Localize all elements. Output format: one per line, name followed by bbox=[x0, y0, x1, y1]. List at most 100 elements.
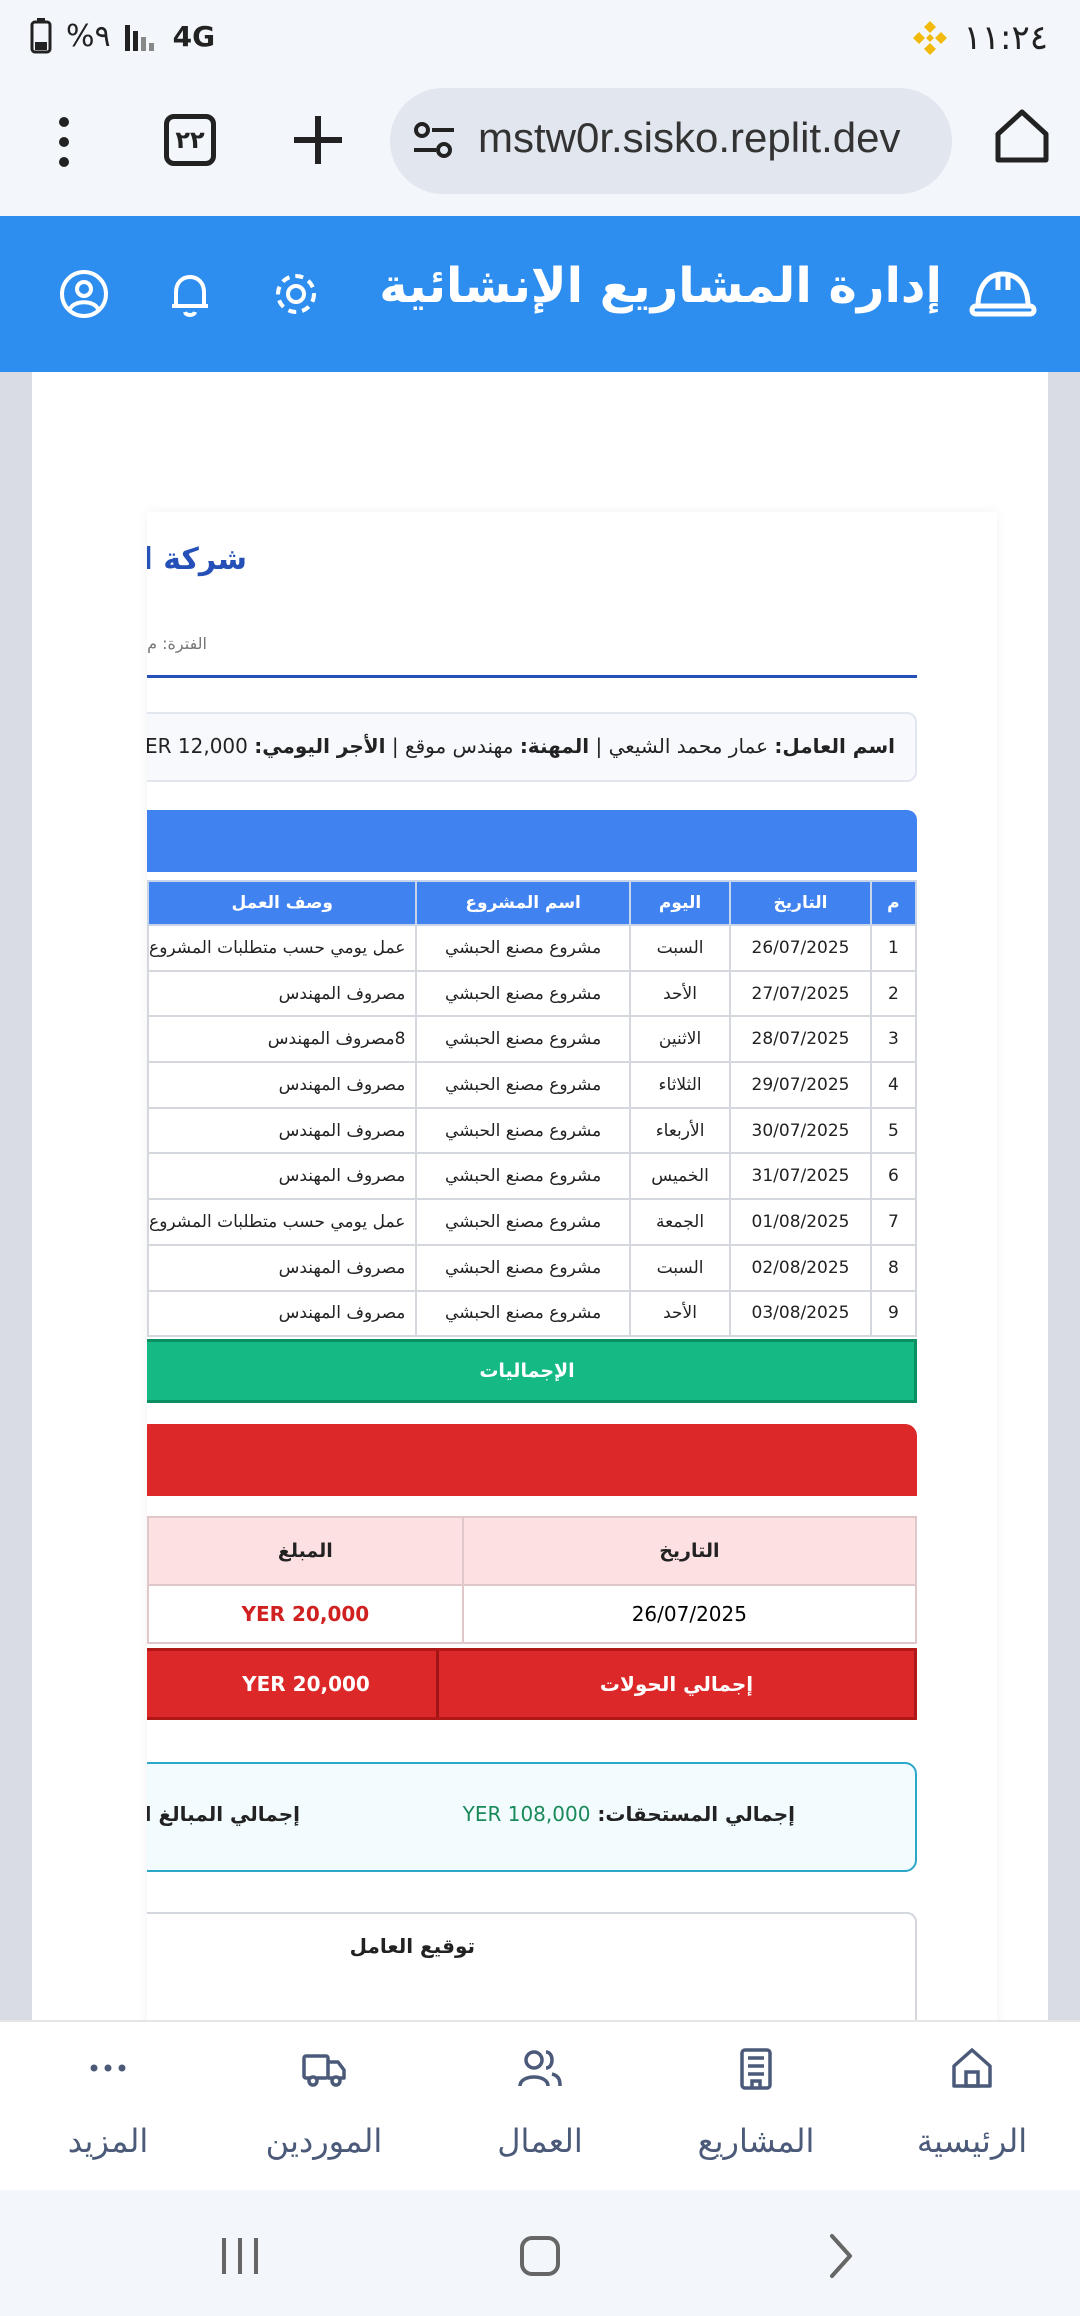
site-settings-icon[interactable] bbox=[410, 116, 458, 164]
col-num: م bbox=[869, 880, 918, 926]
total-received: إجمالي المبالغ المستلم: 00 bbox=[147, 1802, 300, 1826]
separator: | bbox=[391, 734, 399, 758]
home-icon bbox=[952, 2048, 992, 2088]
transfers-total-label: إجمالي الحولات bbox=[436, 1651, 914, 1717]
col-day: اليوم bbox=[628, 880, 732, 926]
cell-day: السبت bbox=[628, 924, 732, 972]
total-received-label: إجمالي المبالغ المستلم: bbox=[147, 1802, 300, 1826]
worker-info-box: اسم العامل: عمار محمد الشيعي | المهنة: م… bbox=[147, 712, 917, 782]
nav-item-more[interactable]: المزيد bbox=[0, 2022, 216, 2192]
status-left: %٩ 4G bbox=[30, 18, 215, 54]
nav-item-projects[interactable]: المشاريع bbox=[648, 2022, 864, 2192]
recent-apps-icon[interactable] bbox=[210, 2226, 270, 2286]
attendance-table: م التاريخ اليوم اسم المشروع وصف العمل 12… bbox=[147, 880, 918, 1338]
table-row: 9 03/08/2025 الأحد مشروع مصنع الحبشي مصروف ا… bbox=[147, 1289, 918, 1338]
app-header: إدارة المشاريع الإنشائية bbox=[0, 216, 1080, 372]
cell-date: 29/07/2025 bbox=[729, 1061, 872, 1109]
table-row: 6 31/07/2025 الخميس مشروع مصنع الحبشي مصروف … bbox=[147, 1152, 918, 1201]
nav-label: العمال bbox=[497, 2122, 583, 2160]
cell-project: مشروع مصنع الحبشي bbox=[415, 1152, 631, 1201]
network-type: 4G bbox=[172, 19, 216, 53]
gear-icon[interactable] bbox=[268, 266, 324, 322]
cell-project: مشروع مصنع الحبشي bbox=[415, 1061, 631, 1109]
cell-num: 3 bbox=[869, 1015, 918, 1064]
cell-day: الجمعة bbox=[628, 1198, 732, 1246]
users-icon bbox=[518, 2050, 562, 2087]
new-tab-icon[interactable] bbox=[292, 114, 344, 166]
separator: | bbox=[595, 734, 603, 758]
cell-num: 6 bbox=[869, 1152, 918, 1201]
cell-num: 9 bbox=[869, 1289, 918, 1338]
truck-icon bbox=[302, 2054, 346, 2087]
home-button-icon[interactable] bbox=[510, 2226, 570, 2286]
cell-num: 1 bbox=[869, 924, 918, 972]
status-right: ١١:٢٤ bbox=[911, 18, 1048, 58]
worker-name: عمار محمد الشيعي bbox=[608, 734, 769, 758]
cell-day: الأحد bbox=[628, 1289, 732, 1338]
worker-name-label: اسم العامل: bbox=[774, 734, 895, 758]
col-transfer-date: التاريخ bbox=[461, 1516, 918, 1586]
table-row: 7 01/08/2025 الجمعة مشروع مصنع الحبشي عمل يو… bbox=[147, 1198, 918, 1246]
cell-project: مشروع مصنع الحبشي bbox=[415, 924, 631, 972]
cell-num: 8 bbox=[869, 1243, 918, 1292]
signature-box: توقيع العامل bbox=[147, 1912, 917, 2020]
cell-num: 5 bbox=[869, 1106, 918, 1155]
cell-day: الثلاثاء bbox=[628, 1061, 732, 1109]
cell-num: 4 bbox=[869, 1061, 918, 1109]
nav-item-workers[interactable]: العمال bbox=[432, 2022, 648, 2192]
cell-transfer-amount: YER 20,000 bbox=[147, 1584, 464, 1644]
signal-icon bbox=[124, 25, 154, 51]
table-header-row: التاريخ المبلغ bbox=[147, 1516, 918, 1586]
status-bar: %٩ 4G ١١:٢٤ bbox=[0, 0, 1080, 80]
battery-percent: %٩ bbox=[66, 18, 111, 54]
summary-box: إجمالي المستحقات: YER 108,000 إجمالي الم… bbox=[147, 1762, 917, 1872]
address-bar[interactable]: mstw0r.sisko.replit.dev bbox=[390, 88, 952, 194]
cell-date: 26/07/2025 bbox=[729, 924, 872, 972]
table-row: 5 30/07/2025 الأربعاء مشروع مصنع الحبشي مصرو… bbox=[147, 1106, 918, 1155]
table-row: 8 02/08/2025 السبت مشروع مصنع الحبشي مصروف ا… bbox=[147, 1243, 918, 1292]
cell-desc: مصروف المهندس bbox=[147, 969, 418, 1018]
nav-label: الرئيسية bbox=[916, 2122, 1028, 2160]
nav-label: المزيد bbox=[67, 2122, 149, 2160]
transfers-section-header bbox=[147, 1424, 917, 1496]
browser-home-icon[interactable] bbox=[992, 106, 1052, 166]
col-project: اسم المشروع bbox=[415, 880, 631, 926]
cell-project: مشروع مصنع الحبشي bbox=[415, 1106, 631, 1155]
clock: ١١:٢٤ bbox=[963, 18, 1048, 58]
cell-day: الأحد bbox=[628, 969, 732, 1018]
period-label: الفترة: م bbox=[147, 634, 207, 653]
cell-day: الاثنين bbox=[628, 1015, 732, 1064]
transfers-table: التاريخ المبلغ 26/07/2025 YER 20,000 bbox=[147, 1516, 918, 1644]
more-icon bbox=[90, 2064, 126, 2072]
table-row: 4 29/07/2025 الثلاثاء مشروع مصنع الحبشي مصرو… bbox=[147, 1061, 918, 1109]
cell-date: 30/07/2025 bbox=[729, 1106, 872, 1155]
url-text: mstw0r.sisko.replit.dev bbox=[478, 114, 901, 161]
main-content[interactable]: شركة ا الفترة: م اسم العامل: عمار محمد ا… bbox=[0, 372, 1080, 2020]
bell-icon[interactable] bbox=[162, 266, 218, 322]
cell-transfer-date: 26/07/2025 bbox=[461, 1584, 918, 1644]
cell-project: مشروع مصنع الحبشي bbox=[415, 1243, 631, 1292]
cell-project: مشروع مصنع الحبشي bbox=[415, 1289, 631, 1338]
profile-icon[interactable] bbox=[56, 266, 112, 322]
daily-wage-value: YER 12,000 bbox=[147, 734, 248, 758]
col-transfer-amount: المبلغ bbox=[147, 1516, 464, 1586]
cell-date: 28/07/2025 bbox=[729, 1015, 872, 1064]
binance-icon bbox=[913, 21, 948, 55]
table-row: 3 28/07/2025 الاثنين مشروع مصنع الحبشي 8مصرو… bbox=[147, 1015, 918, 1064]
cell-date: 03/08/2025 bbox=[729, 1289, 872, 1338]
total-due-label: إجمالي المستحقات: bbox=[597, 1802, 795, 1826]
report-page: شركة ا الفترة: م اسم العامل: عمار محمد ا… bbox=[32, 372, 1048, 2020]
cell-desc: مصروف المهندس bbox=[147, 1243, 418, 1292]
building-icon bbox=[740, 2048, 772, 2090]
system-navigation-bar bbox=[0, 2190, 1080, 2316]
cell-desc: مصروف المهندس bbox=[147, 1061, 418, 1109]
cell-desc: مصروف المهندس bbox=[147, 1289, 418, 1338]
tab-switcher-button[interactable]: ٢٢ bbox=[164, 114, 216, 166]
browser-menu-icon[interactable] bbox=[46, 114, 82, 170]
nav-item-suppliers[interactable]: الموردين bbox=[216, 2022, 432, 2192]
cell-desc: مصروف المهندس bbox=[147, 1106, 418, 1155]
nav-item-home[interactable]: الرئيسية bbox=[864, 2022, 1080, 2192]
back-icon[interactable] bbox=[810, 2226, 870, 2286]
cell-project: مشروع مصنع الحبشي bbox=[415, 1198, 631, 1246]
attendance-totals-bar: الإجماليات bbox=[147, 1339, 917, 1403]
